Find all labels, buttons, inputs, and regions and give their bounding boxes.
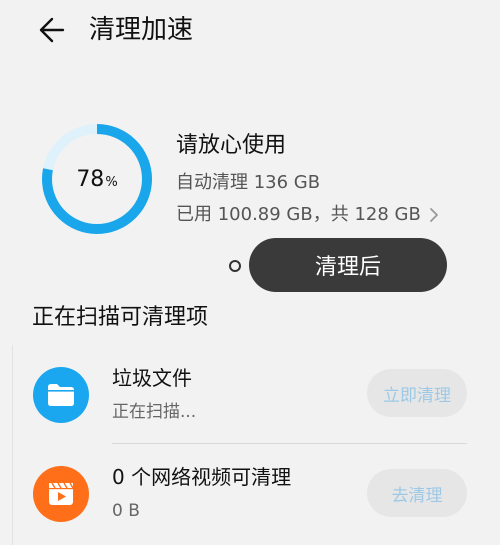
video-clean-size: 0 B xyxy=(112,501,140,521)
go-clean-button[interactable]: 去清理 xyxy=(367,469,467,517)
page-indicator-dot xyxy=(229,260,241,272)
section-title: 正在扫描可清理项 xyxy=(32,305,209,330)
storage-ring: 78% xyxy=(40,122,154,236)
chevron-right-icon xyxy=(429,208,438,222)
storage-text: 已用 100.89 GB，共 128 GB xyxy=(176,204,421,225)
folder-icon xyxy=(33,367,89,423)
percent-unit: % xyxy=(105,174,118,190)
percent-value: 78 xyxy=(76,166,105,192)
storage-link[interactable]: 已用 100.89 GB，共 128 GB xyxy=(176,202,441,228)
status-text: 请放心使用 xyxy=(176,133,287,158)
header: 清理加速 xyxy=(0,0,500,60)
junk-files-title: 垃圾文件 xyxy=(112,366,192,390)
clean-now-button[interactable]: 立即清理 xyxy=(367,369,467,417)
auto-clean-text: 自动清理 136 GB xyxy=(176,172,321,193)
video-clean-title: 0 个网络视频可清理 xyxy=(112,465,292,489)
junk-files-status: 正在扫描... xyxy=(112,402,197,422)
video-icon xyxy=(33,466,89,522)
ring-label: 78% xyxy=(40,122,154,236)
page-title: 清理加速 xyxy=(89,15,194,45)
after-clean-button[interactable]: 清理后 xyxy=(249,238,447,292)
divider xyxy=(112,443,467,444)
back-arrow-icon[interactable] xyxy=(32,12,68,48)
